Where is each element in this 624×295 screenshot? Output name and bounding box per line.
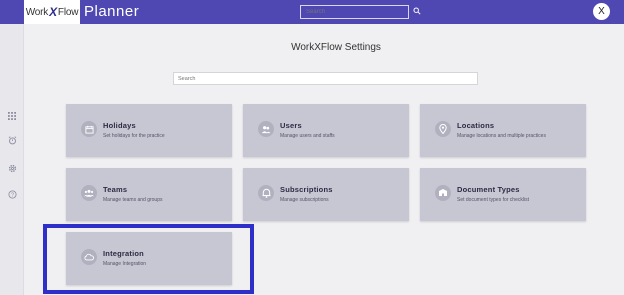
settings-search-input[interactable] xyxy=(173,72,478,85)
card-locations[interactable]: Locations Manage locations and multiple … xyxy=(420,104,586,157)
integration-highlight-frame xyxy=(43,224,254,294)
location-pin-icon xyxy=(435,121,451,137)
logo-text-x: X xyxy=(49,5,57,19)
card-description: Manage users and staffs xyxy=(280,133,335,139)
card-title: Subscriptions xyxy=(280,185,333,194)
card-document-types[interactable]: Document Types Set document types for ch… xyxy=(420,168,586,221)
team-icon xyxy=(81,185,97,201)
logo-text-work: Work xyxy=(25,6,49,18)
card-subscriptions[interactable]: Subscriptions Manage subscriptions xyxy=(243,168,409,221)
app-title: Planner xyxy=(84,3,140,20)
card-description: Manage locations and multiple practices xyxy=(457,133,546,139)
sidebar: ? xyxy=(0,24,24,295)
card-title: Locations xyxy=(457,121,495,130)
card-description: Manage subscriptions xyxy=(280,197,329,203)
workxflow-logo[interactable]: Work X Flow xyxy=(24,0,80,24)
grid-icon[interactable] xyxy=(7,111,17,121)
gear-icon[interactable] xyxy=(7,163,17,173)
logo-text-flow: Flow xyxy=(57,6,79,18)
card-description: Set document types for checklist xyxy=(457,197,529,203)
card-title: Teams xyxy=(103,185,128,194)
help-icon[interactable]: ? xyxy=(7,189,17,199)
users-icon xyxy=(258,121,274,137)
card-teams[interactable]: Teams Manage teams and groups xyxy=(66,168,232,221)
bell-icon xyxy=(258,185,274,201)
svg-text:?: ? xyxy=(11,192,14,198)
document-types-icon xyxy=(435,185,451,201)
top-bar: WorkXFlow Planner X xyxy=(0,0,624,24)
card-users[interactable]: Users Manage users and staffs xyxy=(243,104,409,157)
card-title: Users xyxy=(280,121,302,130)
search-icon[interactable] xyxy=(413,7,421,15)
page-title: WorkXFlow Settings xyxy=(291,42,381,53)
card-title: Document Types xyxy=(457,185,520,194)
card-description: Set holidays for the practice xyxy=(103,133,165,139)
card-title: Holidays xyxy=(103,121,136,130)
alarm-icon[interactable] xyxy=(7,135,17,145)
card-holidays[interactable]: Holidays Set holidays for the practice xyxy=(66,104,232,157)
header-search-input[interactable] xyxy=(300,5,409,19)
card-description: Manage teams and groups xyxy=(103,197,163,203)
calendar-icon xyxy=(81,121,97,137)
user-avatar[interactable]: X xyxy=(593,3,610,20)
